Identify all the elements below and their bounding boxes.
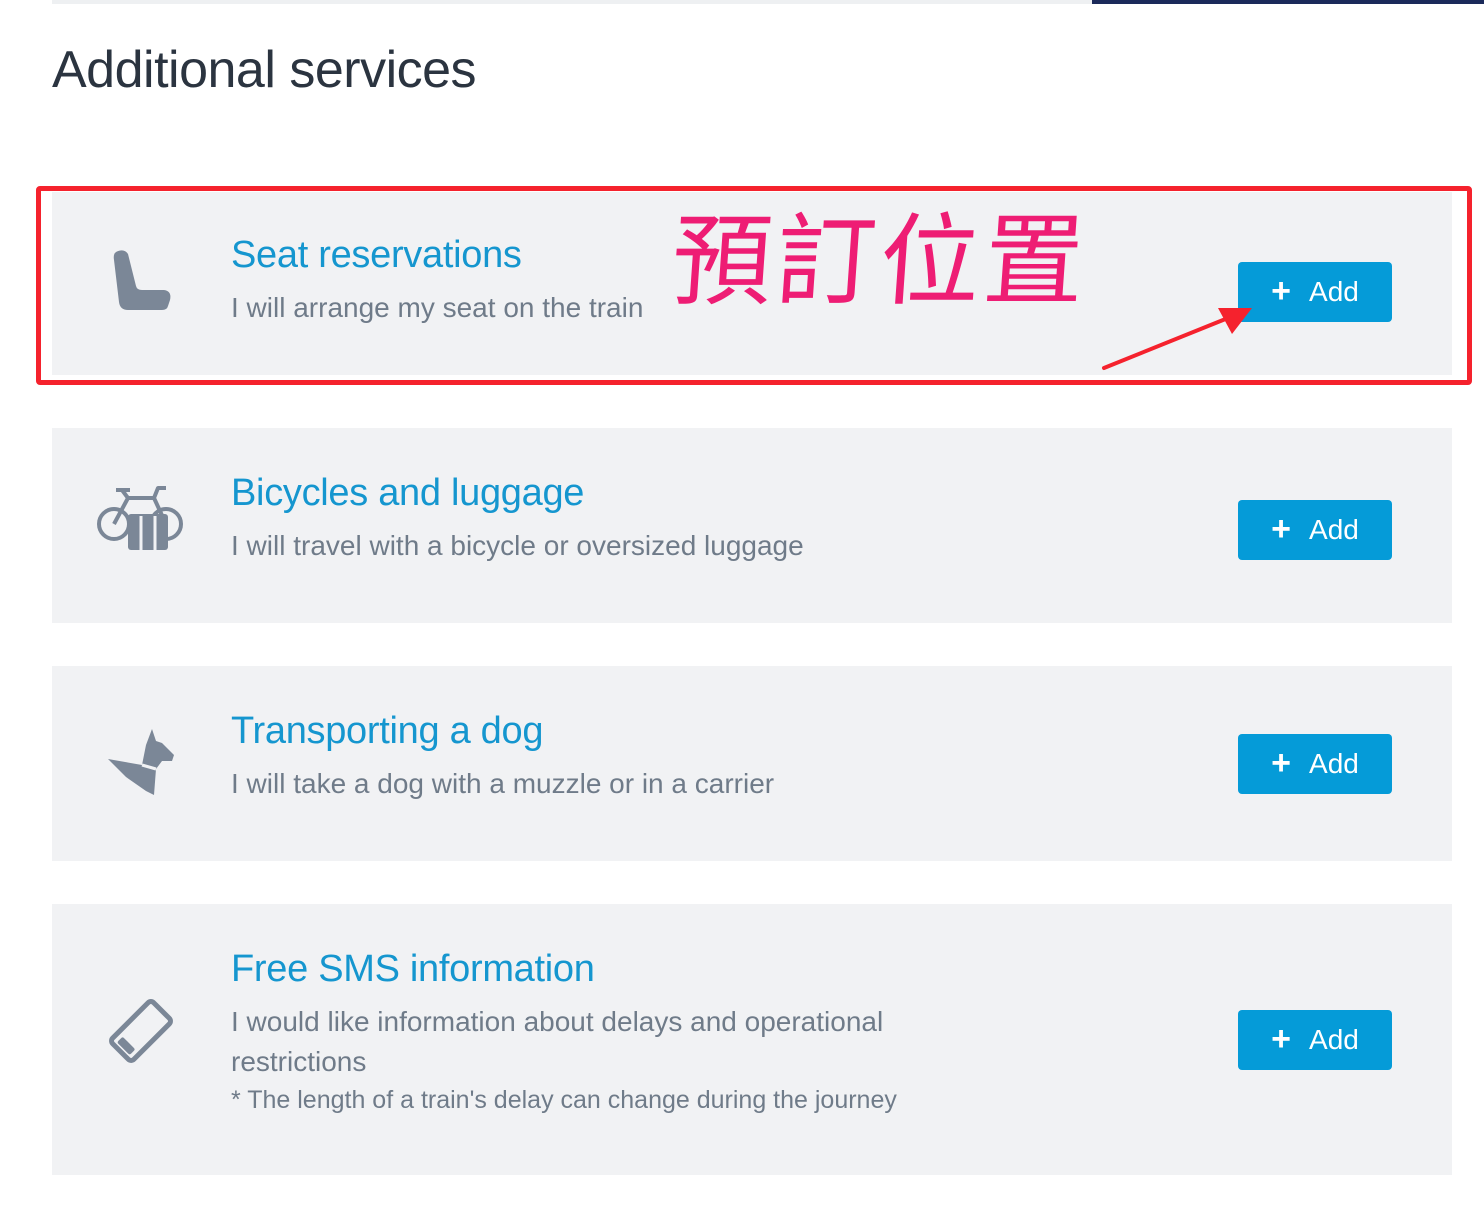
add-sms-information-button[interactable]: + Add xyxy=(1238,1010,1392,1070)
service-card-transporting-dog: Transporting a dog I will take a dog wit… xyxy=(52,666,1452,861)
seat-icon xyxy=(96,234,186,324)
add-button-label: Add xyxy=(1309,1024,1359,1055)
plus-icon: + xyxy=(1271,1019,1292,1058)
service-card-bicycles-luggage: Bicycles and luggage I will travel with … xyxy=(52,428,1452,623)
service-card-free-sms: Free SMS information I would like inform… xyxy=(52,904,1452,1175)
service-title[interactable]: Transporting a dog xyxy=(231,710,543,754)
annotation-arrow-icon xyxy=(1102,308,1252,370)
service-title[interactable]: Seat reservations xyxy=(231,234,522,278)
plus-icon: + xyxy=(1271,271,1292,310)
service-description: I would like information about delays an… xyxy=(231,1006,884,1077)
service-note: * The length of a train's delay can chan… xyxy=(231,1086,897,1114)
add-button-label: Add xyxy=(1309,276,1359,307)
plus-icon: + xyxy=(1271,743,1292,782)
service-title[interactable]: Bicycles and luggage xyxy=(231,472,584,516)
service-description: I will travel with a bicycle or oversize… xyxy=(231,530,804,561)
add-button-label: Add xyxy=(1309,514,1359,545)
service-title[interactable]: Free SMS information xyxy=(231,948,595,992)
service-description: I will take a dog with a muzzle or in a … xyxy=(231,768,775,799)
top-active-indicator xyxy=(1092,0,1484,4)
plus-icon: + xyxy=(1271,509,1292,548)
add-seat-reservation-button[interactable]: + Add xyxy=(1238,262,1392,322)
page-title: Additional services xyxy=(52,41,477,99)
phone-icon xyxy=(96,986,186,1076)
dog-icon xyxy=(96,716,186,806)
bicycle-luggage-icon xyxy=(96,474,186,564)
annotation-label: 預訂位置 xyxy=(667,203,1093,320)
top-divider xyxy=(52,0,1092,4)
add-dog-transport-button[interactable]: + Add xyxy=(1238,734,1392,794)
add-bicycles-luggage-button[interactable]: + Add xyxy=(1238,500,1392,560)
add-button-label: Add xyxy=(1309,748,1359,779)
